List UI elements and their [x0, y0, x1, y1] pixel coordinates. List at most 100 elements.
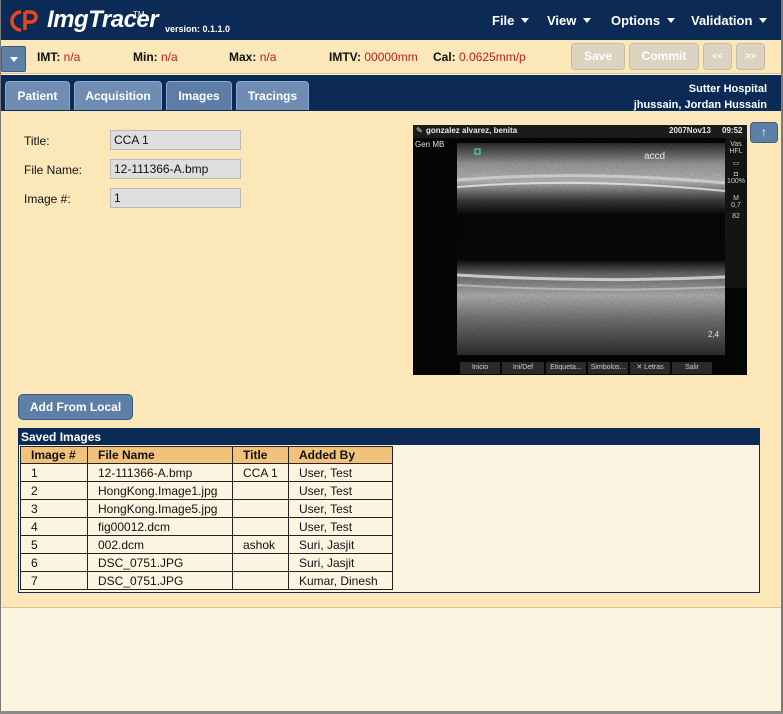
scroll-up-button[interactable]: ↑ [750, 122, 778, 143]
save-button[interactable]: Save [571, 43, 625, 70]
scan-time: 09:52 [722, 126, 743, 135]
tab-tracings[interactable]: Tracings [236, 81, 309, 110]
side-label: 0,7 [731, 202, 741, 209]
battery-icon: ▭ [732, 160, 740, 167]
cell-file-name: DSC_0751.JPG [87, 553, 233, 572]
patient-name: gonzalez alvarez, benita [426, 126, 518, 135]
camera-icon: ◘ [733, 171, 739, 178]
ultrasound-button: Ini/Def [502, 362, 544, 374]
dropdown-toggle-button[interactable] [1, 46, 26, 72]
column-header-title[interactable]: Title [232, 446, 289, 464]
column-header-image-number[interactable]: Image # [20, 446, 88, 464]
saved-images-title: Saved Images [19, 429, 759, 445]
title-label: Title: [24, 134, 50, 148]
cal-label: Cal: [433, 50, 456, 64]
table-header-row: Image # File Name Title Added By [20, 446, 393, 464]
menu-file[interactable]: File [492, 13, 530, 28]
ultrasound-button: Simbolos... [588, 362, 628, 374]
cell-title [232, 553, 289, 572]
table-row[interactable]: 7 DSC_0751.JPG Kumar, Dinesh [20, 571, 393, 590]
saved-images-panel: Saved Images Image # File Name Title Add… [18, 428, 760, 593]
chevron-down-icon [10, 57, 18, 62]
close-icon: ✕ [636, 364, 643, 371]
ultrasound-button: Etiqueta... [546, 362, 586, 374]
cell-file-name: 002.dcm [87, 535, 233, 554]
filename-label: File Name: [24, 163, 83, 177]
table-row[interactable]: 2 HongKong.Image1.jpg User, Test [20, 481, 393, 500]
menu-options[interactable]: Options [611, 13, 676, 28]
saved-images-table: Image # File Name Title Added By 1 12-11… [20, 446, 393, 590]
menu-view-label: View [547, 13, 577, 28]
cell-added-by: User, Test [288, 517, 393, 536]
min-label: Min: [133, 50, 158, 64]
cell-file-name: HongKong.Image1.jpg [87, 481, 233, 500]
commit-button[interactable]: Commit [629, 43, 699, 70]
scan-depth: 2,4 [708, 330, 720, 339]
table-row[interactable]: 1 12-111366-A.bmp CCA 1 User, Test [20, 463, 393, 482]
cal-value: 0.0625mm/p [459, 50, 526, 64]
ultrasound-button: Salir [672, 362, 712, 374]
cell-title: CCA 1 [232, 463, 289, 482]
scan-annotation: accd [644, 151, 666, 162]
ultrasound-scan [413, 138, 726, 360]
arrow-up-icon: ↑ [761, 125, 767, 139]
ultrasound-side-panel: Vas HFL ▭ ◘ 100% M 0,7 82 [725, 138, 747, 288]
app-version: version: 0.1.1.0 [165, 24, 231, 34]
cell-title [232, 517, 289, 536]
title-input[interactable] [110, 130, 241, 150]
column-header-added-by[interactable]: Added By [288, 446, 393, 464]
chevron-down-icon [583, 18, 592, 23]
logo-icon [10, 10, 38, 32]
cell-image-number: 7 [20, 571, 88, 590]
min-value: n/a [161, 50, 178, 64]
images-panel: Title: File Name: Image #: [1, 111, 781, 607]
menu-options-label: Options [611, 13, 661, 28]
cell-image-number: 3 [20, 499, 88, 518]
cell-image-number: 1 [20, 463, 88, 482]
cell-file-name: HongKong.Image5.jpg [87, 499, 233, 518]
imtv-value: 00000mm [364, 50, 418, 64]
column-header-file-name[interactable]: File Name [87, 446, 233, 464]
max-metric: Max: n/a [229, 50, 276, 64]
imt-value: n/a [63, 50, 81, 64]
imtv-label: IMTV: [329, 50, 361, 64]
menu-view[interactable]: View [547, 13, 592, 28]
tab-images[interactable]: Images [166, 81, 232, 110]
cell-file-name: 12-111366-A.bmp [87, 463, 233, 482]
table-row[interactable]: 3 HongKong.Image5.jpg User, Test [20, 499, 393, 518]
cell-image-number: 4 [20, 517, 88, 536]
imt-label: IMT: [37, 50, 61, 64]
scan-date: 2007Nov13 [669, 126, 711, 135]
table-row[interactable]: 5 002.dcm ashok Suri, Jasjit [20, 535, 393, 554]
tab-bar: Patient Acquisition Images Tracings Sutt… [1, 75, 781, 111]
cell-image-number: 2 [20, 481, 88, 500]
filename-input[interactable] [110, 159, 241, 179]
side-label: Vas [730, 141, 742, 148]
cell-file-name: DSC_0751.JPG [87, 571, 233, 590]
add-from-local-button[interactable]: Add From Local [18, 394, 133, 420]
table-row[interactable]: 6 DSC_0751.JPG Suri, Jasjit [20, 553, 393, 572]
cell-added-by: User, Test [288, 499, 393, 518]
chevron-down-icon [667, 18, 676, 23]
menu-validation-label: Validation [691, 13, 753, 28]
image-number-label: Image #: [24, 192, 71, 206]
cell-title [232, 481, 289, 500]
cell-added-by: Suri, Jasjit [288, 553, 393, 572]
side-label: M [733, 195, 739, 202]
image-number-input[interactable] [110, 188, 241, 208]
pencil-icon: ✎ [416, 126, 423, 135]
cell-title [232, 499, 289, 518]
imtv-metric: IMTV: 00000mm [329, 50, 418, 64]
tab-patient[interactable]: Patient [5, 81, 70, 110]
cell-image-number: 5 [20, 535, 88, 554]
cell-file-name: fig00012.dcm [87, 517, 233, 536]
cell-title [232, 571, 289, 590]
next-button[interactable]: >> [736, 43, 765, 70]
tab-acquisition[interactable]: Acquisition [74, 81, 162, 110]
prev-button[interactable]: << [703, 43, 732, 70]
menu-validation[interactable]: Validation [691, 13, 768, 28]
ultrasound-button: ✕ Letras [630, 362, 670, 374]
trademark: TM [133, 10, 145, 19]
cal-metric: Cal: 0.0625mm/p [433, 50, 526, 64]
table-row[interactable]: 4 fig00012.dcm User, Test [20, 517, 393, 536]
